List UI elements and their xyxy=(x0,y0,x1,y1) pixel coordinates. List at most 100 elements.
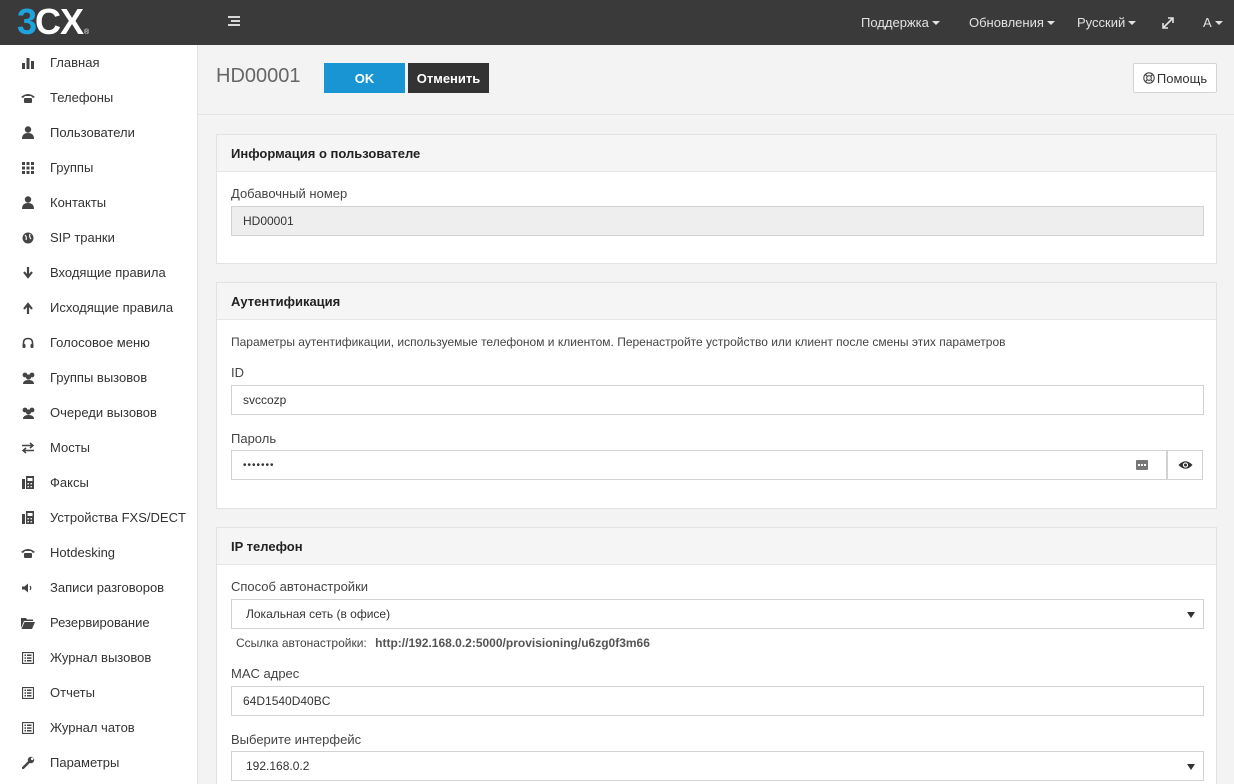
updates-menu[interactable]: Обновления xyxy=(969,0,1055,45)
sidebar-item-label: SIP транки xyxy=(50,230,115,245)
sidebar-item-label: Резервирование xyxy=(50,615,150,630)
provisioning-method-select[interactable]: Локальная сеть (в офисе) xyxy=(231,599,1204,629)
sidebar-item-label: Группы xyxy=(50,160,94,175)
sidebar-item-label: Голосовое меню xyxy=(50,335,150,350)
globe-icon xyxy=(20,230,36,246)
language-label: Русский xyxy=(1077,15,1126,30)
caret-down-icon xyxy=(931,20,940,25)
toggle-password-visibility-button[interactable] xyxy=(1167,450,1203,480)
sidebar-item-contacts[interactable]: Контакты xyxy=(0,185,197,220)
sidebar-item-label: Контакты xyxy=(50,195,107,210)
ip-phone-title: IP телефон xyxy=(217,528,1216,565)
extension-label: Добавочный номер xyxy=(231,186,348,201)
chevron-down-icon xyxy=(1187,612,1195,618)
user-menu[interactable]: A xyxy=(1203,0,1223,45)
sidebar-item-bridges[interactable]: Мосты xyxy=(0,430,197,465)
page-title: HD00001 xyxy=(216,65,301,87)
sidebar-item-label: Отчеты xyxy=(50,685,95,700)
chevron-down-icon xyxy=(1187,764,1195,770)
menu-toggle-icon[interactable] xyxy=(228,16,240,26)
sidebar-item-settings[interactable]: Параметры xyxy=(0,745,197,780)
grid-icon xyxy=(20,160,36,176)
help-label: Помощь xyxy=(1156,70,1208,86)
authentication-panel: Аутентификация Параметры аутентификации,… xyxy=(216,282,1217,509)
logo[interactable]: 3 CX ® xyxy=(17,4,89,40)
sidebar-item-inbound-rules[interactable]: Входящие правила xyxy=(0,255,197,290)
language-menu[interactable]: Русский xyxy=(1077,0,1137,45)
sidebar-item-label: Hotdesking xyxy=(50,545,116,560)
transfer-icon xyxy=(20,440,36,456)
auth-id-value: svccozp xyxy=(243,393,287,407)
provisioning-link-value[interactable]: http://192.168.0.2:5000/provisioning/u6z… xyxy=(375,636,650,650)
sidebar-item-ivr[interactable]: Голосовое меню xyxy=(0,325,197,360)
sidebar-item-label: Записи разговоров xyxy=(50,580,165,595)
provisioning-method-value: Локальная сеть (в офисе) xyxy=(246,607,391,621)
sidebar-item-call-queues[interactable]: Очереди вызовов xyxy=(0,395,197,430)
logo-three: 3 xyxy=(17,1,37,42)
caret-down-icon xyxy=(1214,20,1223,25)
sidebar-item-phones[interactable]: Телефоны xyxy=(0,80,197,115)
sidebar-item-dashboard[interactable]: Главная xyxy=(0,45,197,80)
bar-chart-icon xyxy=(20,55,36,71)
sidebar-item-users[interactable]: Пользователи xyxy=(0,115,197,150)
sidebar-item-fxs-dect[interactable]: Устройства FXS/DECT xyxy=(0,500,197,535)
interface-label: Выберите интерфейс xyxy=(231,732,362,747)
logo-registered-mark: ® xyxy=(84,29,90,36)
sidebar-item-groups[interactable]: Группы xyxy=(0,150,197,185)
lifebuoy-icon xyxy=(1143,72,1155,84)
password-value: ••••••• xyxy=(243,459,275,471)
top-bar: 3 CX ® Поддержка Обновления Русский A xyxy=(0,0,1234,45)
extension-value: HD00001 xyxy=(243,214,294,228)
sidebar-item-label: Мосты xyxy=(50,440,91,455)
password-field[interactable]: ••••••• xyxy=(231,450,1167,480)
authentication-description: Параметры аутентификации, используемые т… xyxy=(231,335,1006,349)
sidebar-item-label: Входящие правила xyxy=(50,265,166,280)
sidebar-item-label: Журнал вызовов xyxy=(50,650,152,665)
sidebar-item-ring-groups[interactable]: Группы вызовов xyxy=(0,360,197,395)
wrench-icon xyxy=(20,755,36,771)
interface-select[interactable]: 192.168.0.2 xyxy=(231,751,1204,781)
authentication-title: Аутентификация xyxy=(217,283,1216,320)
sidebar-item-reports[interactable]: Отчеты xyxy=(0,675,197,710)
folder-open-icon xyxy=(20,615,36,631)
provisioning-method-label: Способ автонастройки xyxy=(231,579,369,594)
sidebar-item-outbound-rules[interactable]: Исходящие правила xyxy=(0,290,197,325)
volume-icon xyxy=(20,580,36,596)
sidebar-item-call-log[interactable]: Журнал вызовов xyxy=(0,640,197,675)
phone-icon xyxy=(20,90,36,106)
sidebar-item-label: Пользователи xyxy=(50,125,135,140)
sidebar-item-backup[interactable]: Резервирование xyxy=(0,605,197,640)
updates-label: Обновления xyxy=(969,15,1044,30)
auth-id-field[interactable]: svccozp xyxy=(231,385,1204,415)
mac-address-label: MAC адрес xyxy=(231,666,300,681)
arrow-up-icon xyxy=(20,300,36,316)
support-menu[interactable]: Поддержка xyxy=(861,0,940,45)
sidebar-item-chat-log[interactable]: Журнал чатов xyxy=(0,710,197,745)
mac-address-field[interactable]: 64D1540D40BC xyxy=(231,686,1204,716)
cancel-button[interactable]: Отменить xyxy=(408,63,489,93)
sidebar-item-label: Телефоны xyxy=(50,90,114,105)
eye-icon xyxy=(1178,460,1193,470)
sidebar-item-faxes[interactable]: Факсы xyxy=(0,465,197,500)
sidebar-item-hotdesking[interactable]: Hotdesking xyxy=(0,535,197,570)
ip-phone-panel: IP телефон Способ автонастройки Локальна… xyxy=(216,527,1217,784)
page-header: HD00001 OK Отменить Помощь xyxy=(198,45,1234,115)
sidebar-item-label: Факсы xyxy=(50,475,89,490)
support-label: Поддержка xyxy=(861,15,929,30)
user-info-title: Информация о пользователе xyxy=(217,135,1216,172)
sidebar-item-label: Журнал чатов xyxy=(50,720,135,735)
password-manager-icon[interactable] xyxy=(1136,460,1148,470)
users-icon xyxy=(20,370,36,386)
fax-icon xyxy=(20,510,36,526)
fullscreen-icon[interactable] xyxy=(1162,0,1174,45)
caret-down-icon xyxy=(1128,20,1137,25)
help-button[interactable]: Помощь xyxy=(1133,63,1217,93)
list-icon xyxy=(20,685,36,701)
ok-button[interactable]: OK xyxy=(324,63,405,93)
sidebar-item-label: Главная xyxy=(50,55,100,70)
sidebar-item-recordings[interactable]: Записи разговоров xyxy=(0,570,197,605)
sidebar: Главная Телефоны Пользователи Группы Кон… xyxy=(0,45,198,784)
password-label: Пароль xyxy=(231,431,277,446)
sidebar-item-sip-trunks[interactable]: SIP транки xyxy=(0,220,197,255)
extension-field: HD00001 xyxy=(231,206,1204,236)
